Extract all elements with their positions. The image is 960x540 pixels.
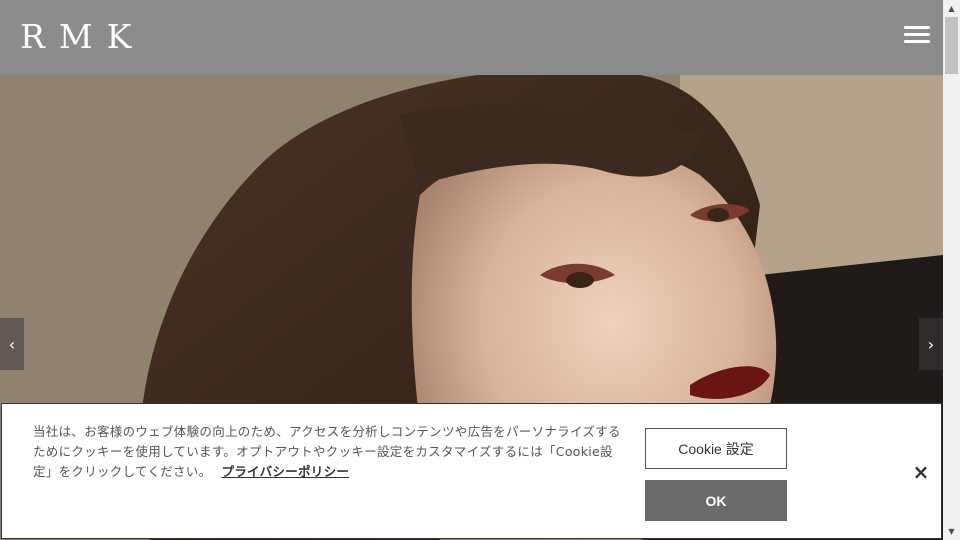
rmk-logo[interactable]: RMK [20,18,145,56]
chevron-left-icon: ‹ [8,334,16,354]
scroll-down-icon[interactable]: ▼ [943,523,960,540]
slide-prev-button[interactable]: ‹ [0,318,24,370]
menu-bar [904,26,930,29]
chevron-right-icon: › [927,334,935,354]
cookie-notice: 当社は、お客様のウェブ体験の向上のため、アクセスを分析しコンテンツや広告をパーソ… [33,422,623,482]
cookie-settings-button[interactable]: Cookie 設定 [645,428,787,469]
close-icon[interactable]: × [910,460,932,484]
scroll-up-icon[interactable]: ▲ [943,0,960,17]
cookie-ok-button[interactable]: OK [645,480,787,521]
scroll-thumb[interactable] [945,17,958,74]
privacy-policy-link[interactable]: プライバシーポリシー [221,464,349,479]
cookie-consent-banner: 当社は、お客様のウェブ体験の向上のため、アクセスを分析しコンテンツや広告をパーソ… [1,403,942,539]
hamburger-menu-icon[interactable] [904,24,930,46]
menu-bar [904,33,930,36]
site-header: RMK [0,0,943,75]
slide-next-button[interactable]: › [919,318,943,370]
page-scrollbar[interactable]: ▲ ▼ [943,0,960,540]
menu-bar [904,40,930,43]
